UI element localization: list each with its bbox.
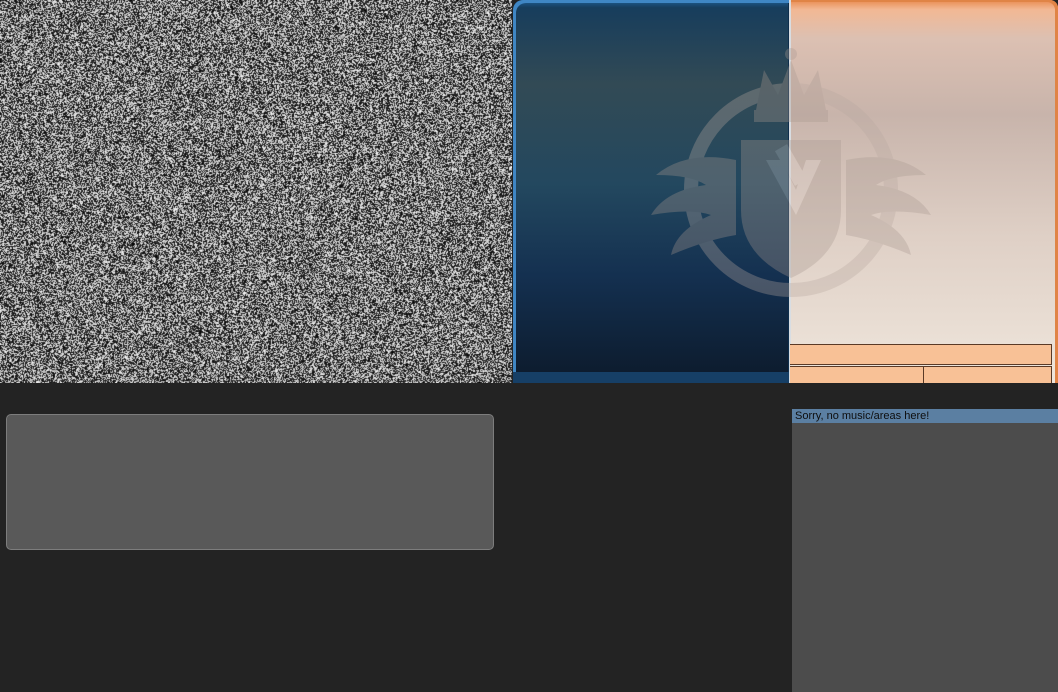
blue-courtroom-panel xyxy=(513,0,789,383)
list-item[interactable]: Sorry, no music/areas here! xyxy=(792,409,1058,423)
orange-courtroom-panel xyxy=(790,0,1058,383)
orange-panel-table xyxy=(790,344,1052,383)
blue-panel-bottom-bar xyxy=(513,372,789,383)
orange-table-cell-left xyxy=(790,366,924,383)
music-area-list[interactable]: Sorry, no music/areas here! xyxy=(792,409,1058,692)
static-noise-canvas xyxy=(0,0,512,383)
panel-divider xyxy=(789,0,791,383)
orange-table-header xyxy=(790,344,1052,365)
viewport-static-noise xyxy=(0,0,512,383)
orange-table-cell-right xyxy=(923,366,1052,383)
ooc-chat-box[interactable] xyxy=(6,414,494,550)
